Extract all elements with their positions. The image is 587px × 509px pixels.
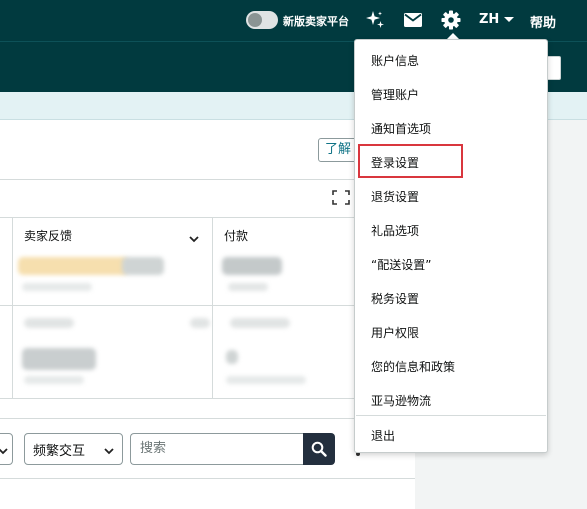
divider [0, 305, 415, 306]
blurred-content [18, 257, 128, 275]
divider [0, 478, 415, 479]
menu-item-user-permissions[interactable]: 用户权限 [371, 324, 419, 341]
menu-item-account-info[interactable]: 账户信息 [371, 52, 419, 69]
column-header-payments: 付款 [224, 229, 249, 243]
help-link[interactable]: 帮助 [530, 12, 556, 31]
toggle-knob [248, 13, 262, 27]
blurred-content [24, 318, 74, 328]
learn-more-button[interactable]: 了解 [318, 138, 359, 162]
expand-icon[interactable] [332, 190, 350, 205]
blurred-content [226, 376, 306, 384]
blurred-content [190, 318, 210, 328]
column-divider [212, 217, 213, 398]
divider [0, 398, 415, 399]
column-header-seller-feedback: 卖家反馈 [24, 229, 73, 243]
chevron-down-icon [0, 444, 8, 459]
language-label: ZH [479, 12, 500, 27]
menu-item-shipping-settings[interactable]: “配送设置” [371, 256, 431, 273]
filter-selected-value: 频繁交互 [33, 443, 86, 459]
menu-item-gift-options[interactable]: 礼品选项 [371, 222, 419, 239]
blurred-content [226, 350, 238, 364]
menu-item-tax-settings[interactable]: 税务设置 [371, 290, 419, 307]
screen: 新版卖家平台 ZH 帮助 了解 卖家反馈 付款 频繁交互 搜索 账户信息 管理账… [0, 0, 587, 509]
column-divider [12, 217, 13, 398]
mail-icon[interactable] [402, 9, 424, 31]
chevron-down-icon [504, 17, 515, 22]
chevron-down-icon [104, 444, 114, 459]
new-seller-platform-label: 新版卖家平台 [283, 15, 349, 28]
menu-item-notification-preferences[interactable]: 通知首选项 [371, 120, 431, 137]
blurred-content [230, 318, 290, 328]
previous-filter-select[interactable] [0, 433, 13, 465]
blurred-content [122, 257, 164, 275]
blurred-content [222, 257, 282, 275]
blurred-content [22, 283, 92, 291]
divider [0, 418, 415, 419]
divider [0, 217, 415, 218]
top-navigation-bar: 新版卖家平台 ZH 帮助 [0, 0, 587, 41]
settings-dropdown-menu: 账户信息 管理账户 通知首选项 登录设置 退货设置 礼品选项 “配送设置” 税务… [354, 39, 548, 453]
blurred-content [22, 348, 96, 370]
language-selector[interactable]: ZH [479, 12, 515, 27]
sparkle-icon[interactable] [364, 9, 386, 31]
search-button[interactable] [303, 433, 335, 465]
menu-item-fba[interactable]: 亚马逊物流 [371, 392, 431, 409]
gear-icon[interactable] [440, 9, 462, 31]
menu-item-login-settings[interactable]: 登录设置 [371, 154, 419, 171]
menu-item-logout[interactable]: 退出 [371, 427, 395, 444]
blurred-content [24, 376, 84, 384]
menu-item-info-and-policies[interactable]: 您的信息和政策 [371, 358, 455, 375]
new-seller-platform-toggle[interactable] [246, 11, 278, 29]
menu-item-manage-accounts[interactable]: 管理账户 [371, 86, 419, 103]
blurred-content [228, 283, 268, 291]
menu-item-return-settings[interactable]: 退货设置 [371, 188, 419, 205]
interaction-filter-select[interactable]: 频繁交互 [24, 433, 123, 465]
chevron-down-icon[interactable] [189, 228, 199, 247]
divider [0, 179, 415, 180]
search-input[interactable]: 搜索 [130, 433, 304, 465]
menu-divider [356, 415, 546, 416]
search-icon [311, 441, 327, 457]
